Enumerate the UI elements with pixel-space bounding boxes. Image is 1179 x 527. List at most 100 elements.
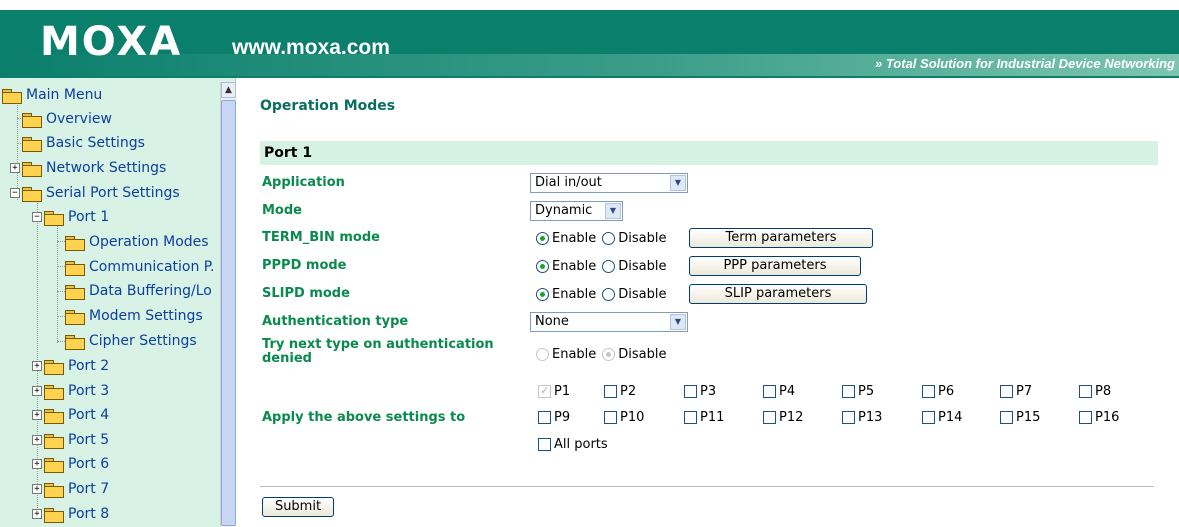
sidebar: Main Menu Overview Basic Settings + Netw… [0, 78, 236, 527]
port-checkbox-p12[interactable]: P12 [763, 410, 803, 425]
folder-icon [22, 161, 42, 177]
pppd-label: PPPD mode [262, 258, 347, 273]
try-next-label-line2: denied [262, 351, 312, 366]
slipd-enable-radio[interactable] [536, 288, 549, 301]
port-checkbox-p9[interactable]: P9 [538, 410, 570, 425]
port-checkbox-p3[interactable]: P3 [684, 384, 716, 399]
minus-expander-icon[interactable]: − [10, 188, 20, 198]
port-checkbox-p15[interactable]: P15 [1000, 410, 1040, 425]
try-next-enable-radio[interactable] [536, 348, 549, 361]
slip-parameters-button[interactable]: SLIP parameters [689, 284, 867, 304]
checkbox[interactable] [922, 411, 935, 424]
port-checkbox-p2[interactable]: P2 [604, 384, 636, 399]
term-bin-enable-radio[interactable] [536, 232, 549, 245]
port-checkbox-p14[interactable]: P14 [922, 410, 962, 425]
checkbox[interactable] [763, 385, 776, 398]
application-select[interactable]: Dial in/out ▼ [530, 173, 688, 193]
checkbox[interactable] [1000, 385, 1013, 398]
term-bin-disable-label: Disable [618, 231, 667, 246]
scroll-up-arrow-icon[interactable]: ▲ [221, 82, 236, 98]
term-bin-disable-radio[interactable] [602, 232, 616, 245]
checkbox[interactable] [842, 411, 855, 424]
sidebar-item-port-1[interactable]: − Port 1 [32, 206, 109, 228]
port-checkbox-p6[interactable]: P6 [922, 384, 954, 399]
sidebar-item-port-2[interactable]: + Port 2 [32, 355, 109, 377]
pppd-enable-radio[interactable] [536, 260, 549, 273]
sidebar-item-data-buffering[interactable]: Data Buffering/Lo [65, 280, 212, 302]
auth-type-value: None [535, 314, 569, 329]
port-checkbox-p8[interactable]: P8 [1079, 384, 1111, 399]
checkbox[interactable] [922, 385, 935, 398]
port-label: P4 [779, 384, 796, 399]
sidebar-item-overview[interactable]: Overview [22, 108, 112, 130]
port-checkbox-p10[interactable]: P10 [604, 410, 644, 425]
slipd-disable-radio[interactable] [602, 288, 616, 301]
term-parameters-button[interactable]: Term parameters [689, 228, 873, 248]
sidebar-item-communication-parameters[interactable]: Communication P. [65, 256, 215, 278]
sidebar-item-label: Port 7 [68, 481, 110, 497]
checkbox[interactable] [538, 384, 551, 398]
sidebar-item-cipher-settings[interactable]: Cipher Settings [65, 330, 197, 352]
sidebar-item-modem-settings[interactable]: Modem Settings [65, 305, 203, 327]
port-checkbox-p16[interactable]: P16 [1079, 410, 1119, 425]
minus-expander-icon[interactable]: − [32, 212, 42, 222]
port-label: P3 [700, 384, 717, 399]
slipd-radio-group: Enable Disable [536, 287, 667, 302]
checkbox[interactable] [538, 438, 551, 451]
sidebar-item-basic-settings[interactable]: Basic Settings [22, 132, 145, 154]
try-next-disable-radio[interactable] [602, 348, 616, 361]
sidebar-item-main-menu[interactable]: Main Menu [2, 84, 102, 106]
port-checkbox-p5[interactable]: P5 [842, 384, 874, 399]
plus-expander-icon[interactable]: + [32, 459, 42, 469]
plus-expander-icon[interactable]: + [32, 435, 42, 445]
plus-expander-icon[interactable]: + [32, 509, 42, 519]
checkbox[interactable] [538, 411, 551, 424]
sidebar-item-serial-port-settings[interactable]: − Serial Port Settings [10, 182, 180, 204]
plus-expander-icon[interactable]: + [32, 386, 42, 396]
checkbox[interactable] [604, 385, 617, 398]
checkbox[interactable] [1000, 411, 1013, 424]
checkbox[interactable] [684, 411, 697, 424]
port-checkbox-p13[interactable]: P13 [842, 410, 882, 425]
tagline: » Total Solution for Industrial Device N… [875, 56, 1175, 71]
plus-expander-icon[interactable]: + [10, 163, 20, 173]
ppp-parameters-button[interactable]: PPP parameters [689, 256, 861, 276]
port-checkbox-p7[interactable]: P7 [1000, 384, 1032, 399]
checkbox[interactable] [684, 385, 697, 398]
folder-icon [44, 457, 64, 473]
checkbox[interactable] [1079, 411, 1092, 424]
pppd-enable-label: Enable [552, 259, 597, 274]
sidebar-item-port-4[interactable]: + Port 4 [32, 404, 109, 426]
sidebar-item-port-7[interactable]: + Port 7 [32, 478, 109, 500]
sidebar-item-label: Basic Settings [46, 135, 145, 151]
slipd-label: SLIPD mode [262, 286, 350, 301]
sidebar-item-network-settings[interactable]: + Network Settings [10, 157, 166, 179]
sidebar-item-port-5[interactable]: + Port 5 [32, 429, 109, 451]
folder-icon [65, 284, 85, 300]
sidebar-item-port-8[interactable]: + Port 8 [32, 503, 109, 525]
mode-select[interactable]: Dynamic ▼ [530, 201, 623, 221]
plus-expander-icon[interactable]: + [32, 410, 42, 420]
submit-button[interactable]: Submit [262, 497, 334, 517]
plus-expander-icon[interactable]: + [32, 361, 42, 371]
port-checkbox-p4[interactable]: P4 [763, 384, 795, 399]
checkbox[interactable] [842, 385, 855, 398]
plus-expander-icon[interactable]: + [32, 484, 42, 494]
open-folder-icon [44, 210, 64, 226]
sidebar-item-label: Port 1 [68, 209, 110, 225]
sidebar-item-port-6[interactable]: + Port 6 [32, 453, 109, 475]
auth-type-select[interactable]: None ▼ [530, 312, 688, 332]
sidebar-item-label: Modem Settings [89, 308, 203, 324]
section-title: Port 1 [264, 145, 313, 161]
checkbox[interactable] [763, 411, 776, 424]
checkbox[interactable] [604, 411, 617, 424]
sidebar-item-port-3[interactable]: + Port 3 [32, 380, 109, 402]
scroll-thumb[interactable] [221, 100, 236, 526]
port-checkbox-p11[interactable]: P11 [684, 410, 724, 425]
pppd-disable-radio[interactable] [602, 260, 616, 273]
port-label: P7 [1016, 384, 1033, 399]
sidebar-item-operation-modes[interactable]: Operation Modes [65, 231, 209, 253]
all-ports-checkbox[interactable]: All ports [538, 437, 608, 452]
checkbox[interactable] [1079, 385, 1092, 398]
port-checkbox-p1[interactable]: P1 [538, 384, 570, 399]
